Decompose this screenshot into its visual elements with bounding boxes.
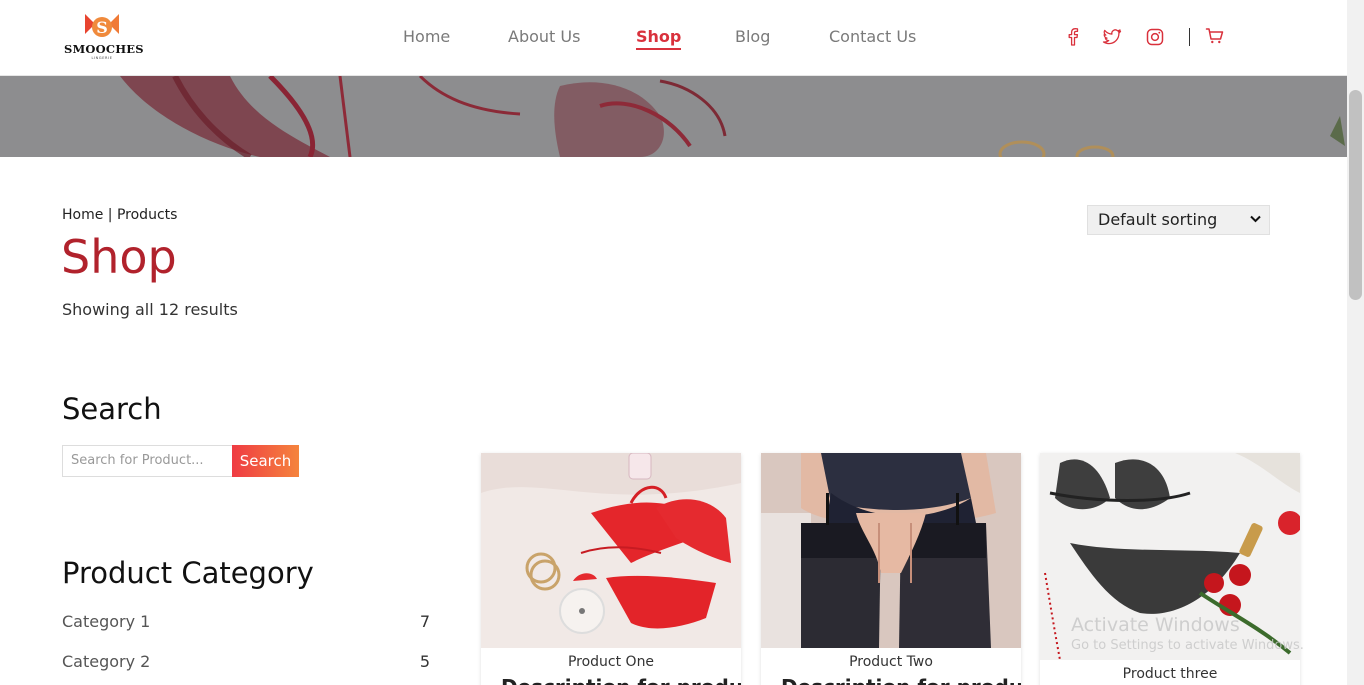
watermark-subtitle: Go to Settings to activate Windows. [1071, 638, 1304, 653]
category-count: 7 [419, 612, 430, 631]
category-section-title: Product Category [62, 556, 314, 590]
nav-shop[interactable]: Shop [636, 27, 682, 50]
breadcrumb-current: Products [116, 207, 178, 223]
category-count: 5 [419, 652, 430, 671]
product-name[interactable]: Product One [481, 654, 741, 670]
watermark-title: Activate Windows [1071, 614, 1240, 636]
twitter-icon[interactable] [1102, 27, 1122, 47]
search-input[interactable]: Search for Product... [62, 445, 234, 477]
brand-logo[interactable]: S SMOOCHES LINGERIE [64, 12, 144, 62]
instagram-icon[interactable] [1145, 27, 1165, 47]
product-name[interactable]: Product three [1040, 666, 1300, 682]
product-name[interactable]: Product Two [761, 654, 1021, 670]
svg-text:S: S [96, 18, 108, 37]
category-item[interactable]: Category 2 5 [62, 652, 430, 671]
chevron-down-icon [1250, 215, 1261, 223]
header-divider [1189, 28, 1190, 46]
category-item[interactable]: Category 1 7 [62, 612, 430, 631]
brand-tagline: LINGERIE [91, 56, 113, 60]
scrollbar-thumb[interactable] [1349, 90, 1362, 300]
search-button[interactable]: Search [232, 445, 299, 477]
category-label: Category 1 [62, 612, 151, 631]
search-section-title: Search [62, 392, 162, 426]
brand-name: SMOOCHES [64, 42, 144, 56]
hero-banner [0, 76, 1347, 157]
windows-activation-watermark: Activate Windows Go to Settings to activ… [1071, 614, 1304, 653]
hero-image [0, 76, 1347, 157]
product-description: Description for product [501, 675, 741, 685]
site-header: S SMOOCHES LINGERIE Home About Us Shop B… [0, 0, 1347, 76]
nav-contact-us[interactable]: Contact Us [829, 27, 916, 46]
product-card[interactable]: Product Two Description for product [761, 453, 1021, 685]
sort-selected-value: Default sorting [1098, 210, 1218, 229]
page-title: Shop [61, 230, 177, 284]
nav-home[interactable]: Home [403, 27, 450, 46]
cart-icon[interactable] [1205, 26, 1225, 46]
sort-select[interactable]: Default sorting [1087, 205, 1270, 235]
category-label: Category 2 [62, 652, 151, 671]
logo-mark-icon: S [85, 14, 119, 37]
breadcrumb-separator: | [103, 207, 117, 223]
product-image[interactable] [481, 453, 741, 648]
product-card[interactable]: Product One Description for product [481, 453, 741, 685]
nav-blog[interactable]: Blog [735, 27, 770, 46]
facebook-icon[interactable] [1063, 27, 1083, 47]
product-description: Description for product [781, 675, 1021, 685]
nav-about-us[interactable]: About Us [508, 27, 580, 46]
breadcrumb-home[interactable]: Home [62, 207, 103, 223]
results-count: Showing all 12 results [62, 300, 238, 319]
breadcrumb: Home | Products [62, 207, 177, 223]
product-image[interactable] [761, 453, 1021, 648]
